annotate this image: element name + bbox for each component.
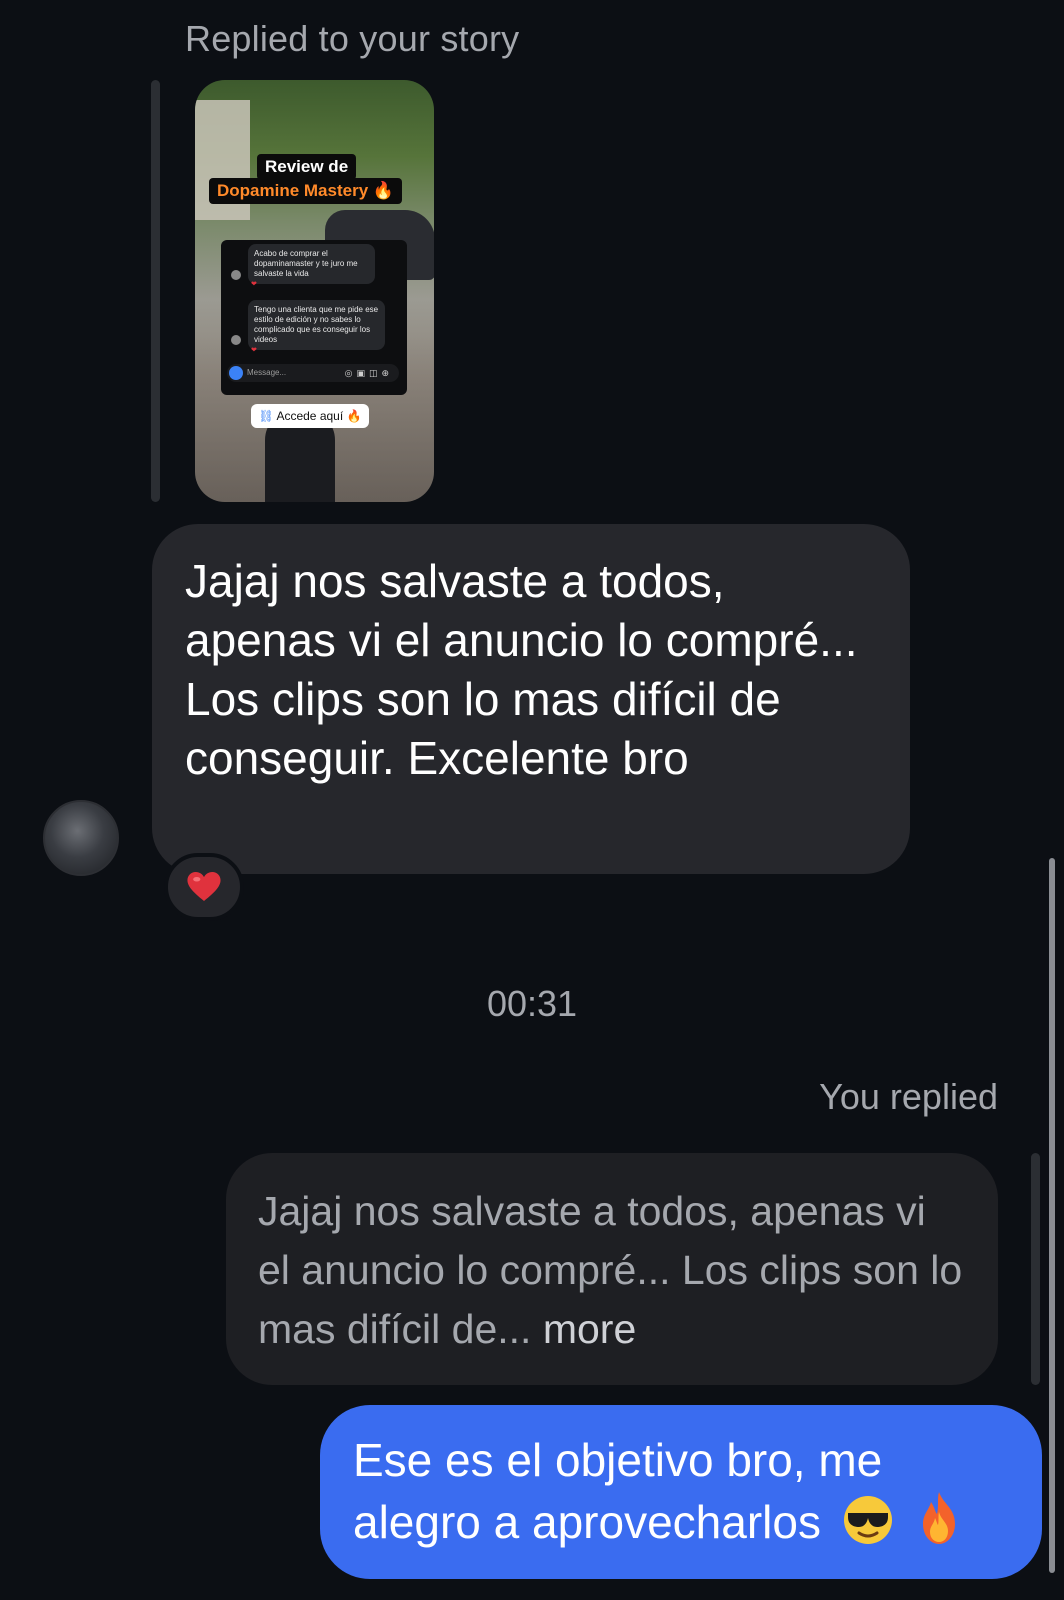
story-dm-tools-icon: ◎▣◫⊕ [344,368,393,378]
more-link[interactable]: more [543,1306,636,1352]
heart-reaction[interactable] [164,853,244,921]
camera-icon [229,366,243,380]
story-dm-avatar [231,270,241,280]
story-title-line1: Review de [257,154,357,180]
story-dm-message: Acabo de comprar el dopaminamaster y te … [248,244,375,284]
story-dm-heart-icon: ❤ [251,347,257,354]
outgoing-message-bubble[interactable]: Ese es el objetivo bro, me alegro a apro… [320,1405,1042,1579]
story-dm-heart-icon: ❤ [251,281,257,288]
outgoing-message-text: Ese es el objetivo bro, me alegro a apro… [353,1434,883,1548]
message-timestamp: 00:31 [486,983,578,1024]
you-replied-label: You replied [819,1076,998,1117]
sunglasses-emoji-icon [843,1496,892,1544]
incoming-message-bubble[interactable]: Jajaj nos salvaste a todos, apenas vi el… [152,524,910,874]
story-dm-screenshot: Acabo de comprar el dopaminamaster y te … [221,240,407,395]
story-link-label: Accede aquí 🔥 [276,409,362,423]
scrollbar[interactable] [1049,858,1055,1573]
sender-avatar[interactable] [43,800,119,876]
heart-icon [187,872,221,901]
story-reply-bar [151,80,160,502]
story-dm-compose: Message... ◎▣◫⊕ [227,364,399,382]
incoming-message-text: Jajaj nos salvaste a todos, apenas vi el… [185,555,858,784]
story-thumbnail[interactable]: Review de Dopamine Mastery 🔥 Acabo de co… [195,80,434,502]
story-dm-avatar [231,335,241,345]
replied-to-story-label: Replied to your story [185,18,520,59]
fire-emoji-icon [922,1492,955,1544]
link-icon: ⛓ [258,409,277,423]
story-title-line2: Dopamine Mastery 🔥 [209,178,403,204]
story-link-sticker: ⛓ Accede aquí 🔥 [251,404,369,428]
quoted-message-bubble[interactable]: Jajaj nos salvaste a todos, apenas vi el… [226,1153,998,1385]
story-dm-compose-placeholder: Message... [247,368,287,377]
story-dm-message: Tengo una clienta que me pide ese estilo… [248,300,385,350]
quote-bar [1031,1153,1040,1385]
